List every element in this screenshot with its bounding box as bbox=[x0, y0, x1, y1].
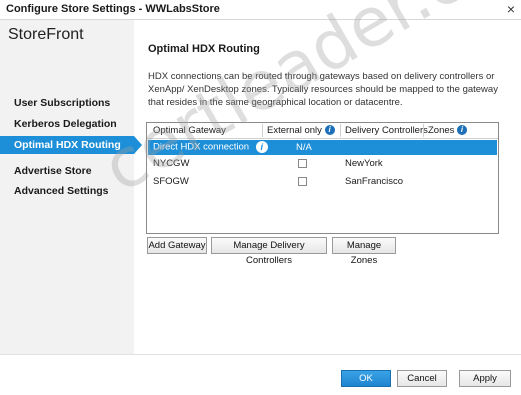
sidebar-item-optimal-hdx-routing[interactable]: Optimal HDX Routing bbox=[0, 136, 142, 154]
column-divider bbox=[423, 124, 424, 137]
window-titlebar: Configure Store Settings - WWLabsStore × bbox=[0, 0, 521, 20]
table-row[interactable]: Direct HDX connection i N/A bbox=[148, 140, 497, 155]
manage-zones-button[interactable]: Manage Zones bbox=[332, 237, 396, 266]
cell-delivery-controllers: SanFrancisco bbox=[345, 176, 404, 187]
close-icon[interactable]: × bbox=[507, 1, 515, 17]
page-title: Optimal HDX Routing bbox=[148, 43, 260, 55]
app-title: StoreFront bbox=[8, 26, 84, 43]
table-header: Optimal Gateway External only i Delivery… bbox=[147, 123, 498, 139]
add-gateway-button[interactable]: Add Gateway bbox=[147, 237, 207, 254]
table-row[interactable]: SFOGW SanFrancisco bbox=[148, 174, 497, 189]
column-divider bbox=[262, 124, 263, 137]
ok-button[interactable]: OK bbox=[341, 370, 391, 387]
window-title: Configure Store Settings - WWLabsStore bbox=[6, 3, 220, 15]
external-only-checkbox[interactable] bbox=[298, 177, 307, 186]
header-zones-label: Zones bbox=[428, 125, 455, 136]
footer-divider bbox=[0, 354, 521, 355]
cell-delivery-controllers: NewYork bbox=[345, 158, 383, 169]
header-delivery-controllers[interactable]: Delivery Controllers bbox=[345, 125, 428, 136]
cancel-button[interactable]: Cancel bbox=[397, 370, 447, 387]
header-external-only-label: External only bbox=[267, 125, 322, 136]
header-zones[interactable]: Zones i bbox=[428, 125, 468, 136]
cell-external-only: N/A bbox=[296, 142, 312, 153]
gateway-name: Direct HDX connection bbox=[153, 141, 250, 153]
column-divider bbox=[340, 124, 341, 137]
header-optimal-gateway[interactable]: Optimal Gateway bbox=[153, 125, 226, 136]
external-only-checkbox[interactable] bbox=[298, 159, 307, 168]
header-external-only[interactable]: External only i bbox=[267, 125, 335, 136]
info-icon[interactable]: i bbox=[255, 141, 268, 153]
cell-gateway: Direct HDX connection i bbox=[153, 141, 268, 153]
sidebar-item-kerberos-delegation[interactable]: Kerberos Delegation bbox=[0, 115, 134, 133]
sidebar-item-user-subscriptions[interactable]: User Subscriptions bbox=[0, 94, 134, 112]
sidebar-item-advanced-settings[interactable]: Advanced Settings bbox=[0, 182, 134, 200]
info-icon[interactable]: i bbox=[457, 125, 468, 136]
page-description: HDX connections can be routed through ga… bbox=[148, 71, 498, 108]
manage-delivery-controllers-button[interactable]: Manage Delivery Controllers bbox=[211, 237, 327, 266]
cell-gateway: SFOGW bbox=[153, 176, 189, 187]
gateway-table: Optimal Gateway External only i Delivery… bbox=[146, 122, 499, 234]
table-row[interactable]: NYCGW NewYork bbox=[148, 156, 497, 171]
cell-gateway: NYCGW bbox=[153, 158, 190, 169]
sidebar-item-advertise-store[interactable]: Advertise Store bbox=[0, 162, 134, 180]
info-icon[interactable]: i bbox=[324, 125, 335, 136]
apply-button[interactable]: Apply bbox=[459, 370, 511, 387]
